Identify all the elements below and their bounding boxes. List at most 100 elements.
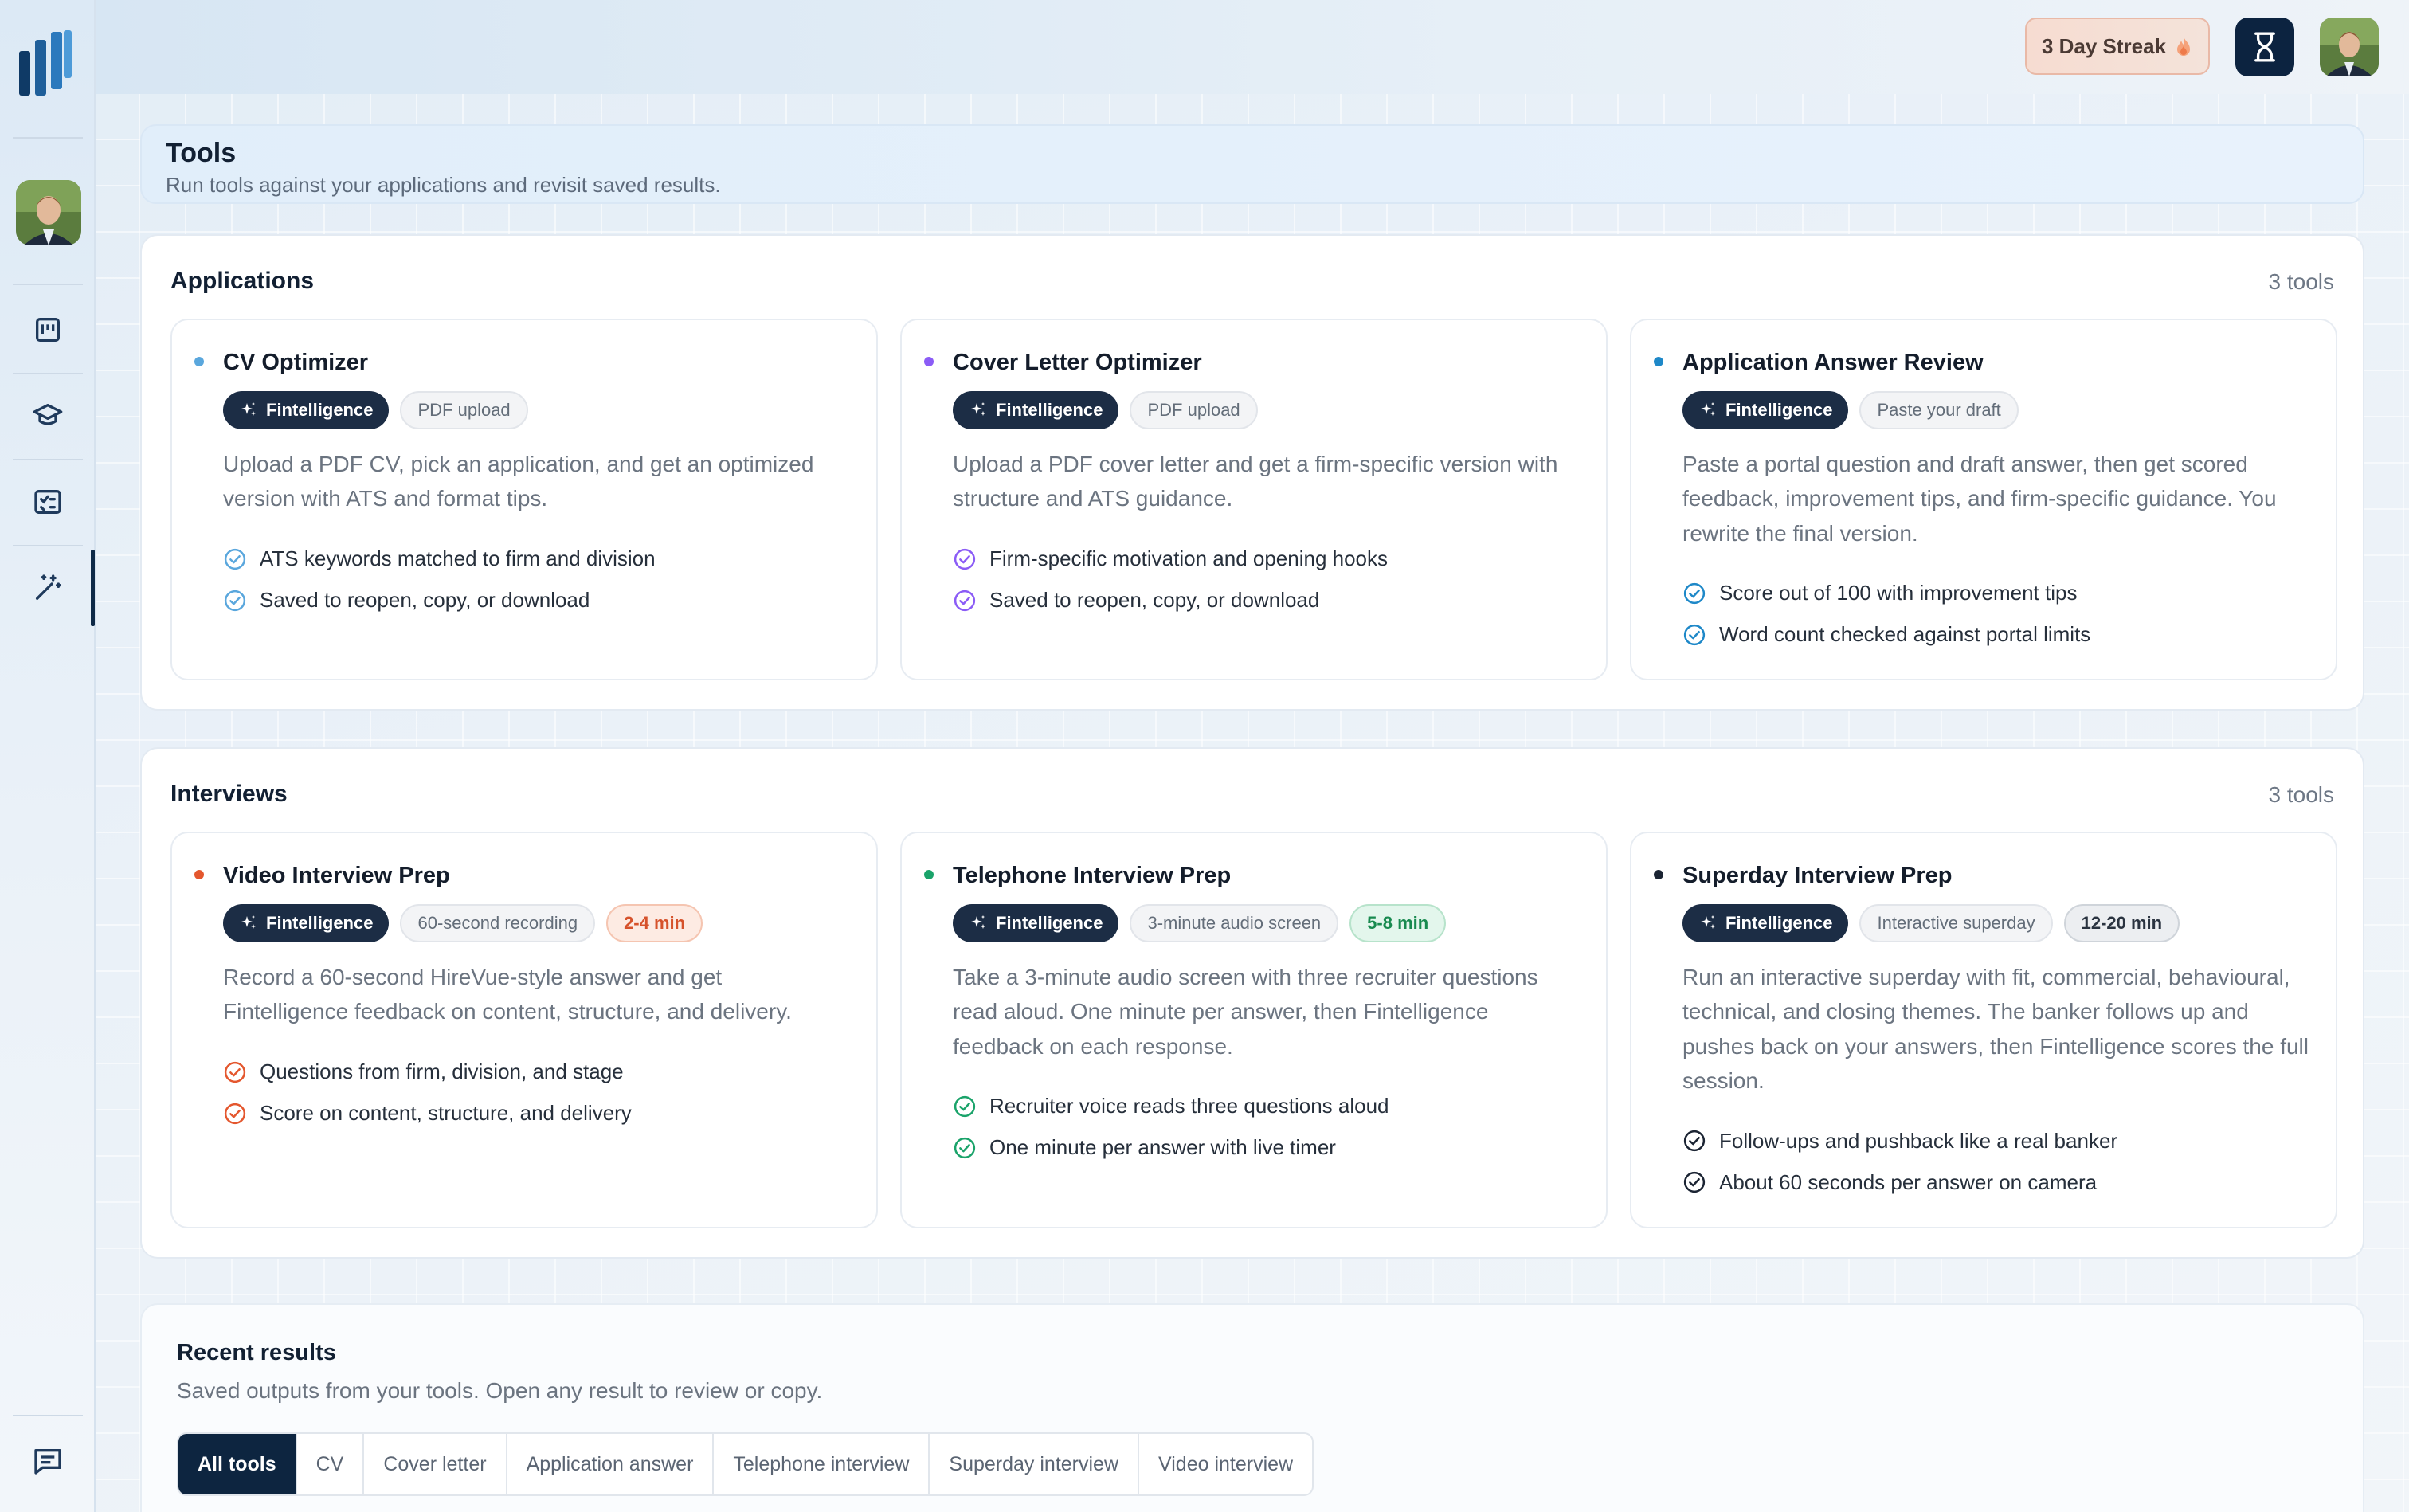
fintelligence-chip: Fintelligence	[1682, 903, 1849, 942]
page-title: Tools	[166, 138, 237, 168]
check-circle-icon	[1682, 582, 1706, 605]
tool-card-telephone-interview-prep[interactable]: Telephone Interview Prep Fintelligence 3…	[900, 832, 1608, 1228]
applications-section: Applications 3 tools CV Optimizer Fintel…	[140, 234, 2364, 711]
check-circle-icon	[1682, 623, 1706, 647]
feature-item: Follow-ups and pushback like a real bank…	[1682, 1120, 2309, 1161]
tab-cv[interactable]: CV	[297, 1434, 365, 1494]
sidebar-divider	[13, 459, 83, 460]
tool-card-cover-letter-optimizer[interactable]: Cover Letter Optimizer Fintelligence PDF…	[900, 319, 1608, 680]
streak-label: 3 Day Streak	[2041, 33, 2167, 58]
sidebar-divider	[13, 545, 83, 546]
recent-results-section: Recent results Saved outputs from your t…	[140, 1303, 2364, 1512]
sidebar-active-indicator	[91, 550, 95, 626]
duration-chip: 2-4 min	[606, 903, 703, 942]
check-circle-icon	[223, 589, 247, 613]
tool-description: Upload a PDF cover letter and get a firm…	[953, 451, 1558, 511]
tool-description: Upload a PDF CV, pick an application, an…	[223, 451, 814, 511]
hourglass-button[interactable]	[2235, 18, 2294, 76]
section-title: Recent results	[177, 1340, 336, 1365]
tool-description: Take a 3-minute audio screen with three …	[953, 964, 1538, 1059]
tool-title: CV Optimizer	[223, 350, 369, 375]
check-circle-icon	[1682, 1129, 1706, 1153]
status-dot	[194, 357, 204, 366]
sparkle-icon	[1698, 914, 1718, 933]
check-circle-icon	[223, 547, 247, 571]
checklist-icon[interactable]	[29, 483, 67, 521]
input-type-chip: PDF upload	[1130, 390, 1258, 429]
tab-all-tools[interactable]: All tools	[178, 1434, 297, 1494]
input-type-chip: PDF upload	[400, 390, 528, 429]
section-subtitle: Saved outputs from your tools. Open any …	[177, 1378, 823, 1403]
tab-application-answer[interactable]: Application answer	[507, 1434, 715, 1494]
tool-card-video-interview-prep[interactable]: Video Interview Prep Fintelligence 60-se…	[170, 832, 878, 1228]
graduation-cap-icon[interactable]	[29, 397, 67, 435]
tool-title: Superday Interview Prep	[1682, 863, 1953, 888]
tool-card-superday-interview-prep[interactable]: Superday Interview Prep Fintelligence In…	[1630, 832, 2337, 1228]
duration-chip: 5-8 min	[1349, 903, 1447, 942]
status-dot	[924, 870, 934, 879]
tools-header: Tools Run tools against your application…	[140, 124, 2364, 204]
results-filter-tabs: All tools CV Cover letter Application an…	[177, 1432, 1314, 1496]
status-dot	[924, 357, 934, 366]
check-circle-icon	[953, 589, 977, 613]
feature-item: Questions from firm, division, and stage	[223, 1052, 849, 1093]
check-circle-icon	[953, 547, 977, 571]
tool-title: Telephone Interview Prep	[953, 863, 1232, 888]
feature-item: One minute per answer with live timer	[953, 1127, 1579, 1169]
tool-description: Record a 60-second HireVue-style answer …	[223, 964, 792, 1024]
section-count: 3 tools	[2268, 782, 2335, 807]
tool-description: Paste a portal question and draft answer…	[1682, 451, 2277, 546]
avatar[interactable]	[16, 180, 81, 245]
sparkle-icon	[969, 401, 988, 420]
input-type-chip: 3-minute audio screen	[1130, 903, 1339, 942]
feature-item: Score on content, structure, and deliver…	[223, 1093, 849, 1134]
fintelligence-chip: Fintelligence	[223, 903, 390, 942]
sparkle-icon	[1698, 401, 1718, 420]
sidebar-divider	[13, 137, 83, 139]
tool-card-cv-optimizer[interactable]: CV Optimizer Fintelligence PDF upload Up…	[170, 319, 878, 680]
fintelligence-chip: Fintelligence	[223, 390, 390, 429]
tab-superday-interview[interactable]: Superday interview	[930, 1434, 1140, 1494]
check-circle-icon	[953, 1136, 977, 1160]
sparkle-icon	[239, 401, 258, 420]
page-subtitle: Run tools against your applications and …	[166, 172, 721, 197]
section-title: Applications	[170, 268, 315, 294]
feature-item: Saved to reopen, copy, or download	[223, 580, 849, 621]
hourglass-icon	[2254, 32, 2275, 62]
tab-telephone-interview[interactable]: Telephone interview	[714, 1434, 930, 1494]
fintelligence-chip: Fintelligence	[1682, 390, 1849, 429]
input-type-chip: 60-second recording	[400, 903, 596, 942]
tool-title: Cover Letter Optimizer	[953, 350, 1202, 375]
fintelligence-chip: Fintelligence	[953, 903, 1119, 942]
interviews-section: Interviews 3 tools Video Interview Prep …	[140, 747, 2364, 1259]
tab-cover-letter[interactable]: Cover letter	[364, 1434, 507, 1494]
check-circle-icon	[223, 1102, 247, 1126]
tab-video-interview[interactable]: Video interview	[1139, 1434, 1312, 1494]
sidebar-divider	[13, 284, 83, 285]
streak-badge[interactable]: 3 Day Streak	[2025, 18, 2210, 75]
logo-icon[interactable]	[19, 30, 73, 97]
section-count: 3 tools	[2268, 269, 2335, 294]
feature-item: Recruiter voice reads three questions al…	[953, 1086, 1579, 1127]
user-avatar[interactable]	[2320, 18, 2379, 76]
tool-card-application-answer-review[interactable]: Application Answer Review Fintelligence …	[1630, 319, 2337, 680]
sidebar-divider	[13, 373, 83, 374]
feature-item: Score out of 100 with improvement tips	[1682, 573, 2309, 614]
sidebar-divider	[13, 1415, 83, 1416]
chat-icon[interactable]	[29, 1442, 67, 1480]
feature-item: ATS keywords matched to firm and divisio…	[223, 539, 849, 580]
input-type-chip: Paste your draft	[1859, 390, 2019, 429]
fintelligence-chip: Fintelligence	[953, 390, 1119, 429]
tool-description: Run an interactive superday with fit, co…	[1682, 964, 2309, 1093]
tool-title: Application Answer Review	[1682, 350, 1984, 375]
flame-icon	[2177, 37, 2191, 56]
check-circle-icon	[223, 1060, 247, 1084]
status-dot	[194, 870, 204, 879]
tool-title: Video Interview Prep	[223, 863, 450, 888]
sidebar	[0, 0, 96, 1512]
input-type-chip: Interactive superday	[1859, 903, 2053, 942]
magic-wand-icon[interactable]	[29, 569, 67, 607]
status-dot	[1654, 357, 1663, 366]
board-icon[interactable]	[29, 311, 67, 349]
duration-chip: 12-20 min	[2063, 903, 2180, 942]
